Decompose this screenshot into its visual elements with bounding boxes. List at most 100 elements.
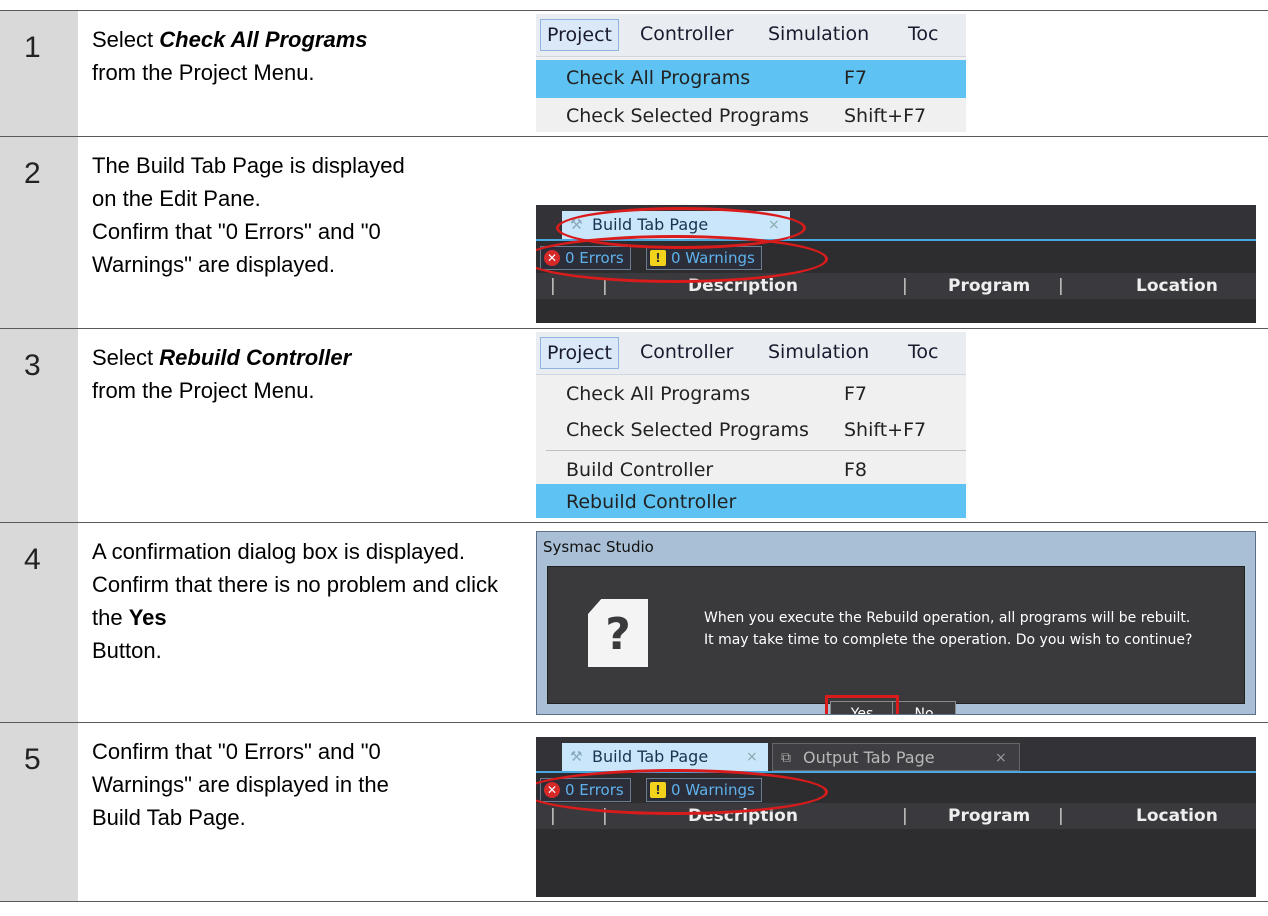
tab-label: Output Tab Page [803, 748, 935, 767]
close-icon[interactable]: × [746, 743, 758, 771]
menu-item-shortcut: Shift+F7 [844, 105, 927, 127]
button-name: Yes [128, 605, 167, 630]
column-location[interactable]: Location [1136, 276, 1218, 296]
instruction-line: Warnings" are displayed in the [92, 772, 389, 797]
build-tab-screenshot: ⚒ Build Tab Page × ✕ 0 Errors ! 0 Warnin… [536, 205, 1256, 323]
output-icon: ⧉ [781, 750, 791, 766]
step-number-column: 5 [0, 723, 78, 901]
project-menu-screenshot: Project Controller Simulation Toc Check … [536, 332, 966, 518]
dialog-message: When you execute the Rebuild operation, … [704, 607, 1192, 651]
tab-build[interactable]: ⚒ Build Tab Page × [562, 743, 768, 771]
no-button[interactable]: No [892, 701, 956, 714]
tab-build[interactable]: ⚒ Build Tab Page × [562, 211, 790, 239]
step-instruction: Select Rebuild Controller from the Proje… [92, 341, 492, 407]
step-number: 3 [24, 349, 41, 382]
warnings-count: 0 Warnings [671, 249, 755, 267]
close-icon[interactable]: × [995, 744, 1007, 772]
step-number: 2 [24, 157, 41, 190]
menu-controller[interactable]: Controller [640, 341, 733, 363]
step-number: 4 [24, 543, 41, 576]
menu-item-label: Check All Programs [566, 383, 751, 405]
menu-item-label: Check Selected Programs [566, 105, 809, 127]
step-4: 4 A confirmation dialog box is displayed… [0, 522, 1268, 722]
question-icon: ? [588, 599, 648, 667]
dialog-message-line: When you execute the Rebuild operation, … [704, 610, 1191, 626]
column-description[interactable]: Description [688, 806, 798, 826]
menu-separator [546, 450, 966, 451]
column-program[interactable]: Program [948, 276, 1030, 296]
menu-item-shortcut: Shift+F7 [844, 419, 927, 441]
instruction-line: Build Tab Page. [92, 805, 246, 830]
procedure-table: 1 Select Check All Programs from the Pro… [0, 10, 1268, 902]
step-instruction: A confirmation dialog box is displayed. … [92, 535, 502, 667]
menu-project[interactable]: Project [540, 19, 620, 51]
warnings-filter[interactable]: ! 0 Warnings [646, 778, 762, 802]
errors-filter[interactable]: ✕ 0 Errors [540, 778, 631, 802]
error-icon: ✕ [544, 782, 560, 798]
errors-count: 0 Errors [565, 781, 624, 799]
menu-tools[interactable]: Toc [908, 23, 938, 45]
instruction-line: on the Edit Pane. [92, 186, 261, 211]
instruction-line: Warnings" are displayed. [92, 252, 335, 277]
step-instruction: The Build Tab Page is displayed on the E… [92, 149, 492, 281]
build-status-row: ✕ 0 Errors ! 0 Warnings [536, 775, 1256, 803]
build-column-header: | | Description | Program | Location [536, 273, 1256, 299]
menu-controller[interactable]: Controller [640, 23, 733, 45]
step-2: 2 The Build Tab Page is displayed on the… [0, 136, 1268, 328]
instruction-text: from the Project Menu. [92, 378, 315, 403]
errors-filter[interactable]: ✕ 0 Errors [540, 246, 631, 270]
step-number: 5 [24, 743, 41, 776]
menu-item-rebuild-controller[interactable]: Rebuild Controller [536, 484, 966, 518]
error-icon: ✕ [544, 250, 560, 266]
menu-item-label: Build Controller [566, 459, 714, 481]
step-5: 5 Confirm that "0 Errors" and "0 Warning… [0, 722, 1268, 902]
menu-item-shortcut: F7 [844, 67, 868, 89]
column-program[interactable]: Program [948, 806, 1030, 826]
tab-strip: ⚒ Build Tab Page × ⧉ Output Tab Page × [536, 737, 1256, 773]
step-number: 1 [24, 31, 41, 64]
warning-icon: ! [650, 250, 666, 266]
step-number-column: 3 [0, 329, 78, 522]
menu-item-check-all-programs[interactable]: Check All Programs F7 [536, 376, 966, 414]
menu-tools[interactable]: Toc [908, 341, 938, 363]
menu-simulation[interactable]: Simulation [768, 23, 869, 45]
step-instruction: Confirm that "0 Errors" and "0 Warnings"… [92, 735, 492, 834]
menu-item-check-selected-programs[interactable]: Check Selected Programs Shift+F7 [536, 412, 966, 450]
yes-button[interactable]: Yes [830, 701, 894, 714]
instruction-line: Confirm that "0 Errors" and "0 [92, 219, 381, 244]
dialog-message-line: It may take time to complete the operati… [704, 632, 1193, 648]
menu-item-label: Check Selected Programs [566, 419, 809, 441]
menu-command-name: Check All Programs [159, 27, 368, 52]
instruction-text: Button. [92, 638, 162, 663]
tab-output[interactable]: ⧉ Output Tab Page × [772, 743, 1020, 771]
close-icon[interactable]: × [768, 211, 780, 239]
menu-bar: Project Controller Simulation Toc [536, 332, 966, 375]
step-number-column: 4 [0, 523, 78, 722]
project-menu-screenshot: Project Controller Simulation Toc Check … [536, 14, 966, 132]
menu-item-label: Check All Programs [566, 67, 751, 89]
menu-item-check-selected-programs[interactable]: Check Selected Programs Shift+F7 [536, 98, 966, 132]
instruction-text: Select [92, 345, 160, 370]
warnings-filter[interactable]: ! 0 Warnings [646, 246, 762, 270]
step-instruction: Select Check All Programs from the Proje… [92, 23, 492, 89]
menu-bar: Project Controller Simulation Toc [536, 14, 966, 57]
step-1: 1 Select Check All Programs from the Pro… [0, 10, 1268, 136]
step-number-column: 1 [0, 11, 78, 136]
column-description[interactable]: Description [688, 276, 798, 296]
menu-item-check-all-programs[interactable]: Check All Programs F7 [536, 60, 966, 98]
menu-command-name: Rebuild Controller [159, 345, 352, 370]
errors-count: 0 Errors [565, 249, 624, 267]
menu-item-shortcut: F8 [844, 459, 868, 481]
step-3: 3 Select Rebuild Controller from the Pro… [0, 328, 1268, 522]
column-location[interactable]: Location [1136, 806, 1218, 826]
step-number-column: 2 [0, 137, 78, 328]
tab-label: Build Tab Page [592, 215, 709, 234]
build-tab-screenshot: ⚒ Build Tab Page × ⧉ Output Tab Page × ✕… [536, 737, 1256, 897]
hammer-icon: ⚒ [570, 217, 583, 233]
menu-project[interactable]: Project [540, 337, 620, 369]
warnings-count: 0 Warnings [671, 781, 755, 799]
instruction-line: The Build Tab Page is displayed [92, 153, 405, 178]
instruction-text: from the Project Menu. [92, 60, 315, 85]
instruction-line: Confirm that "0 Errors" and "0 [92, 739, 381, 764]
menu-simulation[interactable]: Simulation [768, 341, 869, 363]
